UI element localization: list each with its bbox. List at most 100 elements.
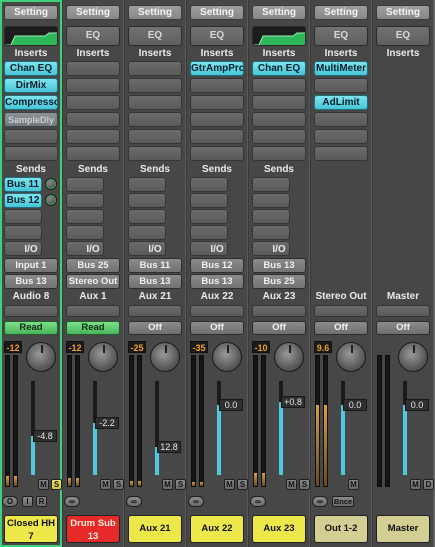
output-slot[interactable]: Bus 25 (252, 274, 306, 289)
track-name-plate[interactable]: Master (376, 515, 430, 543)
pan-knob[interactable] (398, 342, 428, 372)
peak-indicator[interactable]: -35 (190, 341, 208, 353)
volume-value[interactable]: +0.8 (281, 395, 305, 408)
input-slot[interactable]: Bus 13 (252, 258, 306, 273)
send-slot[interactable]: Bus 11 (4, 177, 42, 192)
insert-slot[interactable] (190, 78, 244, 93)
mute-button[interactable]: M (100, 479, 111, 490)
send-slot[interactable] (66, 225, 104, 240)
stereo-link-icon[interactable]: ∞ (188, 496, 204, 507)
send-level-knob[interactable] (45, 194, 57, 206)
mute-button[interactable]: M (410, 479, 421, 490)
bounce-button[interactable]: Bnce (332, 496, 354, 507)
eq-thumbnail[interactable] (252, 26, 306, 46)
insert-slot[interactable] (190, 129, 244, 144)
volume-value[interactable]: 0.0 (343, 398, 367, 411)
insert-slot[interactable]: AdLimit (314, 95, 368, 110)
channel-strip[interactable]: Setting Inserts Chan EQ Sends I/O Bus 13 Bus 2… (248, 0, 310, 547)
insert-slot[interactable] (66, 95, 120, 110)
track-name-plate[interactable]: Out 1-2 (314, 515, 368, 543)
insert-slot[interactable] (128, 95, 182, 110)
format-button[interactable]: O (2, 496, 18, 507)
setting-button[interactable]: Setting (128, 5, 182, 20)
channel-strip[interactable]: Setting EQ Inserts Master Off 0.0 M D Master (372, 0, 434, 547)
send-slot[interactable] (128, 193, 166, 208)
output-slot[interactable]: Bus 13 (4, 274, 58, 289)
eq-thumbnail[interactable]: EQ (190, 26, 244, 46)
insert-slot[interactable] (252, 146, 306, 161)
peak-indicator[interactable]: -25 (128, 341, 146, 353)
solo-button[interactable]: S (237, 479, 248, 490)
insert-slot[interactable] (66, 112, 120, 127)
output-slot[interactable]: Stereo Out (66, 274, 120, 289)
volume-fader[interactable] (341, 381, 345, 475)
insert-slot[interactable] (128, 146, 182, 161)
channel-strip[interactable]: Setting EQ Inserts MultiMeter AdLimit Stereo … (310, 0, 372, 547)
insert-slot[interactable] (66, 129, 120, 144)
insert-slot[interactable] (4, 129, 58, 144)
insert-slot[interactable] (314, 112, 368, 127)
volume-fader[interactable] (217, 381, 221, 475)
insert-slot[interactable]: GtrAmpPro (190, 61, 244, 76)
track-name-plate[interactable]: Aux 22 (190, 515, 244, 543)
insert-slot[interactable] (4, 146, 58, 161)
insert-slot[interactable] (252, 129, 306, 144)
group-slot[interactable] (190, 305, 244, 317)
automation-mode-button[interactable]: Off (252, 321, 306, 335)
record-button[interactable]: R (36, 496, 47, 507)
track-name-plate[interactable]: Closed HH 7 (4, 515, 58, 543)
peak-indicator[interactable]: -12 (4, 341, 22, 353)
setting-button[interactable]: Setting (314, 5, 368, 20)
group-slot[interactable] (252, 305, 306, 317)
insert-slot[interactable]: Chan EQ (4, 61, 58, 76)
volume-value[interactable]: 0.0 (219, 398, 243, 411)
automation-mode-button[interactable]: Read (4, 321, 58, 335)
volume-value[interactable]: -2.2 (95, 417, 119, 430)
channel-strip[interactable]: Setting Inserts Chan EQ DirMix Compresso Samp… (0, 0, 62, 547)
channel-strip[interactable]: Setting EQ Inserts GtrAmpPro Sends I/O Bus 12 B… (186, 0, 248, 547)
insert-slot[interactable] (252, 95, 306, 110)
insert-slot[interactable]: MultiMeter (314, 61, 368, 76)
mute-button[interactable]: M (348, 479, 359, 490)
eq-thumbnail[interactable]: EQ (314, 26, 368, 46)
pan-knob[interactable] (212, 342, 242, 372)
insert-slot[interactable] (66, 78, 120, 93)
eq-thumbnail[interactable] (4, 26, 58, 46)
automation-mode-button[interactable]: Off (190, 321, 244, 335)
stereo-link-icon[interactable]: ∞ (64, 496, 80, 507)
send-slot[interactable] (190, 193, 228, 208)
track-name-plate[interactable]: Aux 23 (252, 515, 306, 543)
send-slot[interactable] (128, 225, 166, 240)
send-slot[interactable] (66, 209, 104, 224)
group-slot[interactable] (66, 305, 120, 317)
volume-fader[interactable] (155, 381, 159, 475)
stereo-link-icon[interactable]: ∞ (312, 496, 328, 507)
insert-slot[interactable] (252, 78, 306, 93)
track-name-plate[interactable]: Drum Sub 13 (66, 515, 120, 543)
eq-thumbnail[interactable]: EQ (66, 26, 120, 46)
stereo-link-icon[interactable]: ∞ (250, 496, 266, 507)
insert-slot[interactable] (128, 129, 182, 144)
volume-fader[interactable] (31, 381, 35, 475)
channel-strip[interactable]: Setting EQ Inserts Sends I/O Bus 11 Bus 13 Aux … (124, 0, 186, 547)
solo-button[interactable]: S (51, 479, 62, 490)
eq-thumbnail[interactable]: EQ (128, 26, 182, 46)
eq-thumbnail[interactable]: EQ (376, 26, 430, 46)
send-slot[interactable] (66, 177, 104, 192)
peak-indicator[interactable]: -10 (252, 341, 270, 353)
pan-knob[interactable] (336, 342, 366, 372)
group-slot[interactable] (314, 305, 368, 317)
group-slot[interactable] (4, 305, 58, 317)
insert-slot[interactable] (190, 112, 244, 127)
input-slot[interactable]: Input 1 (4, 258, 58, 273)
automation-mode-button[interactable]: Off (376, 321, 430, 335)
volume-value[interactable]: 0.0 (405, 398, 429, 411)
automation-mode-button[interactable]: Off (314, 321, 368, 335)
insert-slot[interactable] (128, 61, 182, 76)
output-slot[interactable]: Bus 13 (128, 274, 182, 289)
pan-knob[interactable] (150, 342, 180, 372)
solo-button[interactable]: S (175, 479, 186, 490)
input-slot[interactable]: Bus 12 (190, 258, 244, 273)
insert-slot[interactable] (314, 129, 368, 144)
insert-slot[interactable] (128, 78, 182, 93)
